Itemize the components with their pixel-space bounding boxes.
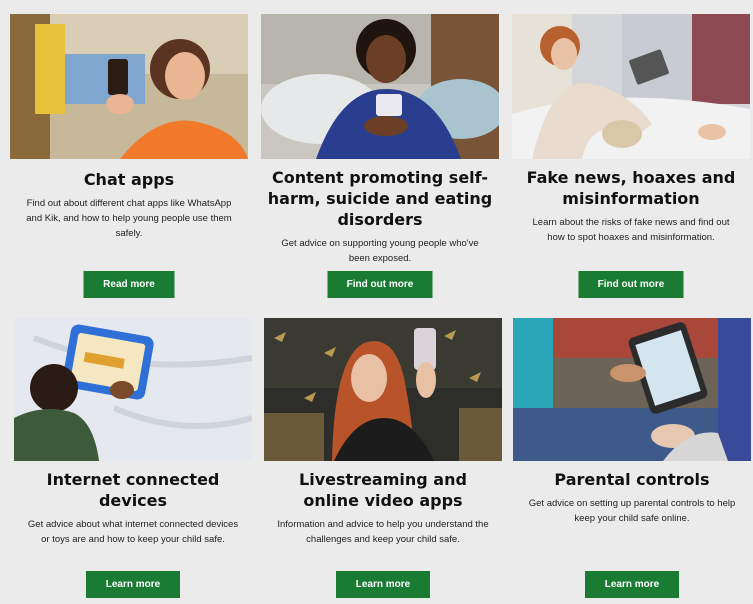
find-out-more-button[interactable]: Find out more [578, 271, 684, 298]
card-title: Livestreaming and online video apps [299, 470, 467, 510]
learn-more-button[interactable]: Learn more [86, 571, 180, 598]
find-out-more-button[interactable]: Find out more [327, 271, 433, 298]
learn-more-button[interactable]: Learn more [585, 571, 679, 598]
card-image-fake-news[interactable] [512, 14, 750, 159]
card-description: Information and advice to help you under… [277, 519, 489, 545]
card-livestreaming: Livestreaming and online video apps Info… [264, 318, 502, 602]
card-description: Learn about the risks of fake news and f… [532, 217, 730, 243]
card-self-harm-content: Content promoting self-harm, suicide and… [261, 14, 499, 304]
card-chat-apps: Chat apps Find out about different chat … [10, 14, 248, 304]
read-more-button[interactable]: Read more [83, 271, 175, 298]
learn-more-button[interactable]: Learn more [336, 571, 430, 598]
card-title: Content promoting self-harm, suicide and… [267, 168, 493, 229]
card-description: Get advice about what internet connected… [27, 519, 239, 545]
card-internet-connected-devices: Internet connected devices Get advice ab… [14, 318, 252, 602]
card-image-chat-apps[interactable] [10, 14, 248, 159]
card-description: Get advice on setting up parental contro… [528, 498, 736, 524]
resource-card-grid: Chat apps Find out about different chat … [0, 0, 753, 604]
card-title: Chat apps [83, 170, 175, 189]
card-description: Find out about different chat apps like … [26, 198, 232, 239]
card-title: Parental controls [554, 470, 710, 489]
card-image-livestreaming[interactable] [264, 318, 502, 461]
card-image-self-harm-content[interactable] [261, 14, 499, 159]
card-description: Get advice on supporting young people wh… [281, 238, 479, 264]
card-fake-news: Fake news, hoaxes and misinformation Lea… [512, 14, 750, 304]
card-image-internet-connected-devices[interactable] [14, 318, 252, 461]
card-image-parental-controls[interactable] [513, 318, 751, 461]
card-title: Fake news, hoaxes and misinformation [526, 168, 736, 208]
card-title: Internet connected devices [46, 470, 220, 510]
card-parental-controls: Parental controls Get advice on setting … [513, 318, 751, 602]
